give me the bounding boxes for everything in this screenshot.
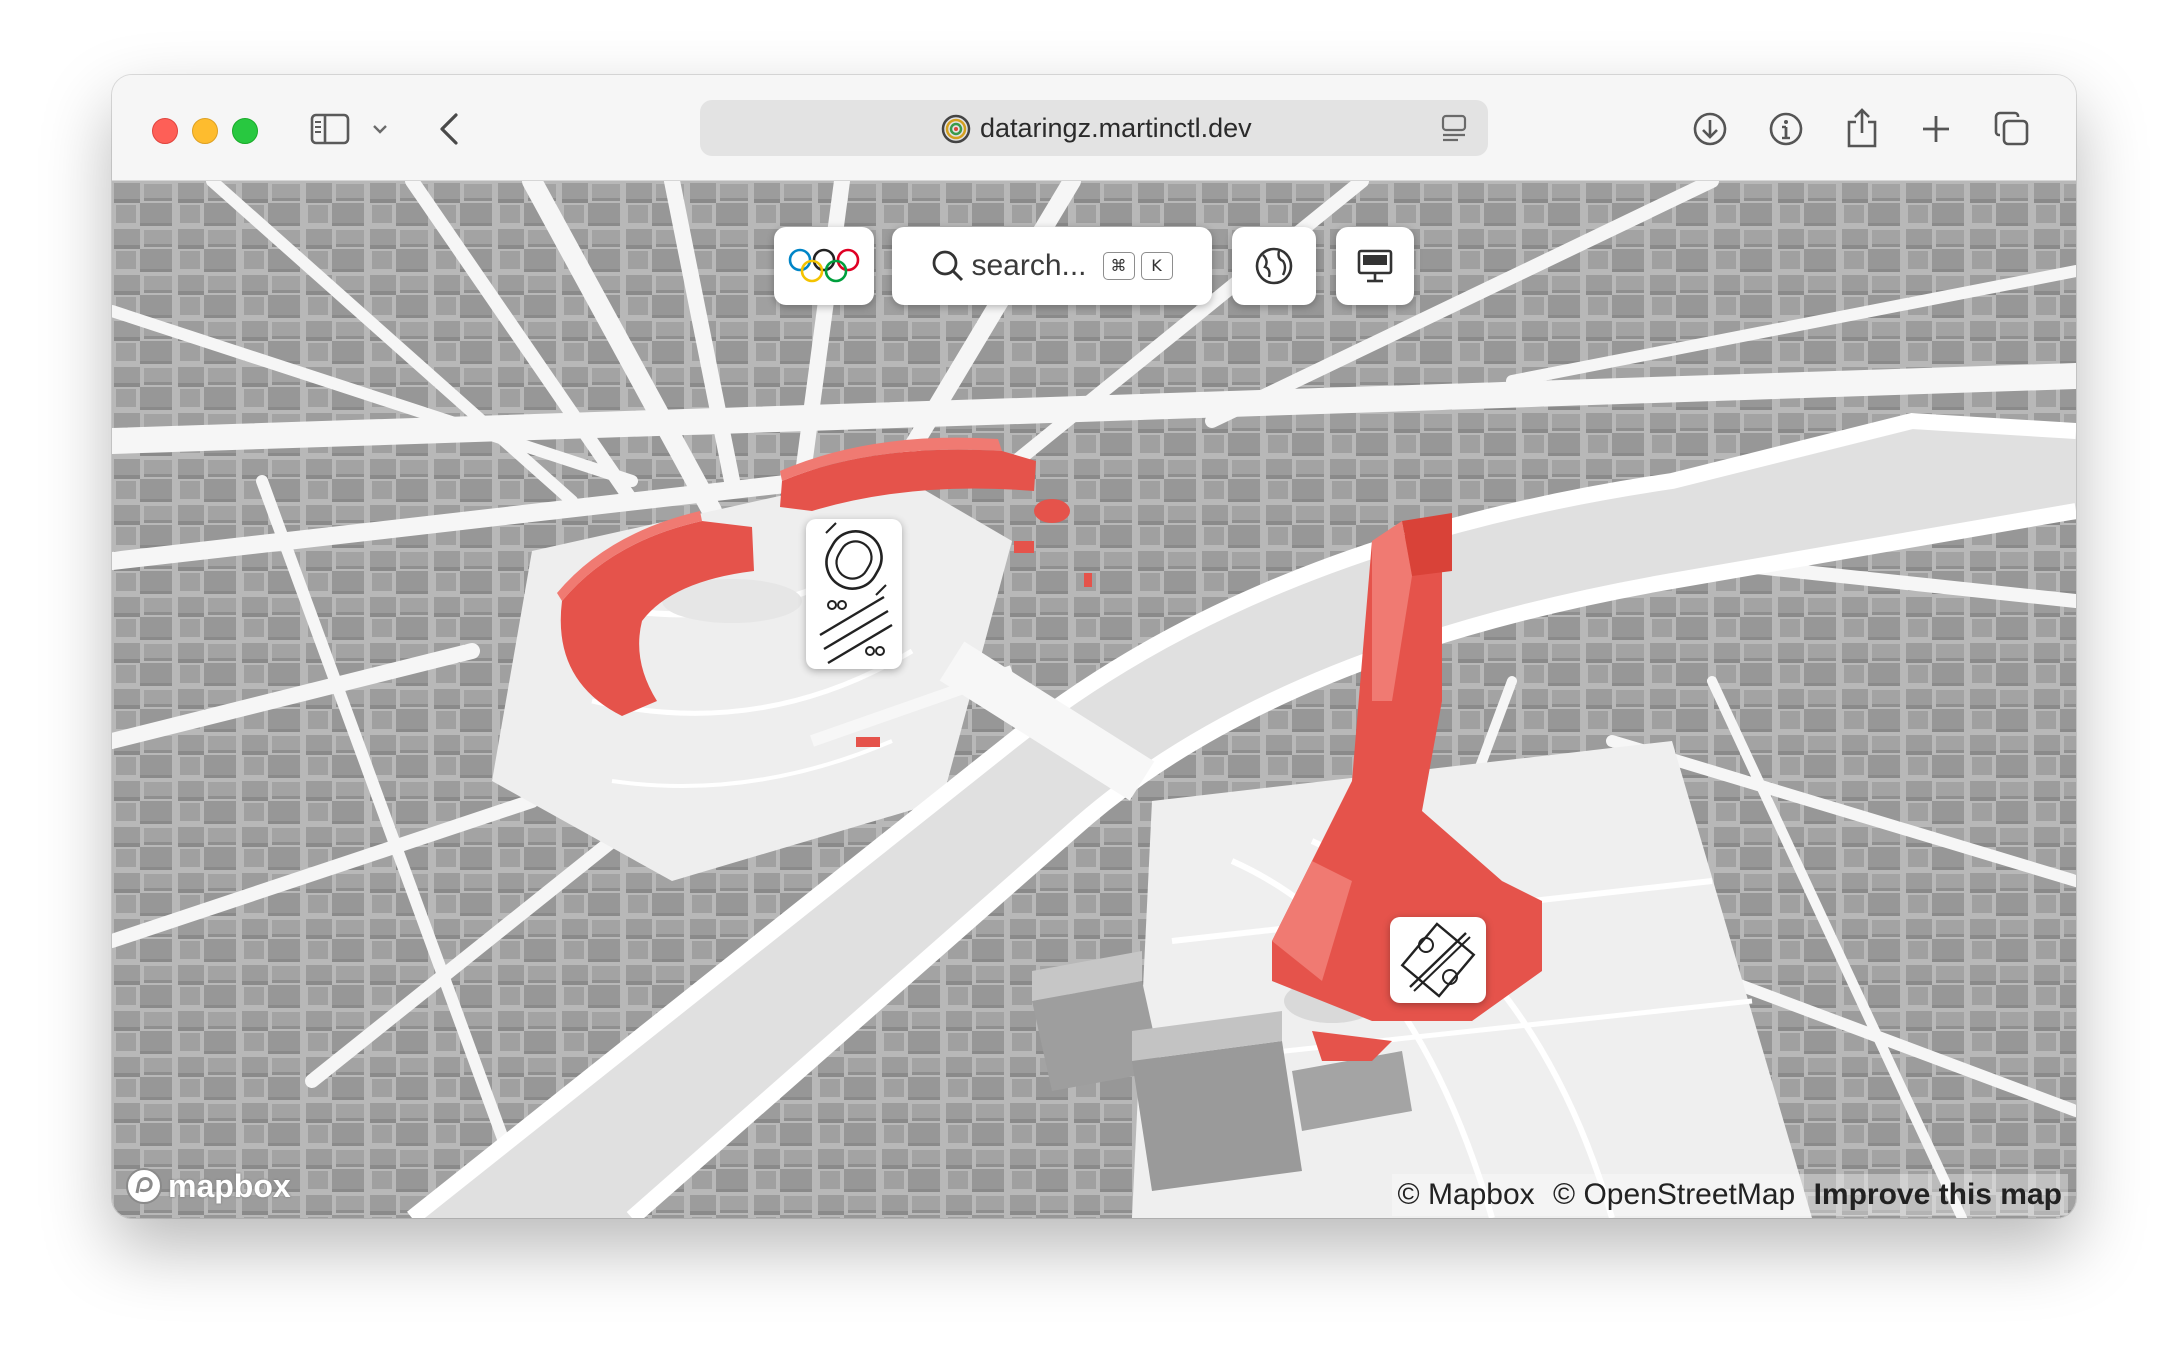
- share-icon[interactable]: [1842, 105, 1882, 151]
- download-icon[interactable]: [1690, 109, 1730, 149]
- info-icon[interactable]: [1766, 109, 1806, 149]
- shortcut-k-key: K: [1140, 252, 1173, 280]
- venue-marker-athletics-cycling[interactable]: [806, 519, 902, 669]
- reader-icon[interactable]: [1440, 114, 1468, 147]
- beach-volleyball-icon: [1400, 922, 1476, 998]
- back-icon[interactable]: [434, 109, 464, 149]
- mapbox-logo[interactable]: mapbox: [124, 1166, 291, 1206]
- olympics-toggle-button[interactable]: [774, 227, 874, 305]
- mapbox-logo-icon: [126, 1168, 162, 1204]
- browser-toolbar: dataringz.martinctl.dev: [112, 75, 2076, 181]
- mapbox-logo-text: mapbox: [168, 1167, 291, 1204]
- olympic-rings-icon: [788, 248, 860, 283]
- venue-marker-beach-volleyball[interactable]: [1390, 917, 1486, 1003]
- zoom-window-button[interactable]: [232, 118, 258, 144]
- globe-icon: [1255, 247, 1293, 285]
- cycling-bmx-icon: [827, 623, 893, 665]
- tabs-icon[interactable]: [1992, 109, 2032, 149]
- athletics-track-icon: [825, 522, 887, 596]
- map-attribution: © Mapbox © OpenStreetMap Improve this ma…: [1391, 1174, 2068, 1216]
- monitor-icon: [1357, 249, 1393, 283]
- cycling-road-icon: [819, 595, 889, 651]
- map-canvas[interactable]: search... ⌘ K mapbox © Mapbox © OpenStre…: [112, 181, 2076, 1218]
- sidebar-icon[interactable]: [308, 111, 352, 147]
- improve-map-link[interactable]: Improve this map: [1814, 1178, 2062, 1211]
- browser-window: dataringz.martinctl.dev search... ⌘ K ma…: [112, 75, 2076, 1218]
- search-placeholder: search...: [971, 249, 1087, 282]
- minimize-window-button[interactable]: [192, 118, 218, 144]
- osm-attribution-link[interactable]: © OpenStreetMap: [1553, 1178, 1795, 1211]
- plus-icon[interactable]: [1916, 109, 1956, 149]
- close-window-button[interactable]: [152, 118, 178, 144]
- chevron-down-icon[interactable]: [370, 119, 390, 139]
- globe-view-button[interactable]: [1232, 227, 1316, 305]
- search-button[interactable]: search... ⌘ K: [892, 227, 1212, 305]
- address-bar[interactable]: dataringz.martinctl.dev: [700, 100, 1488, 156]
- url-text: dataringz.martinctl.dev: [980, 113, 1252, 143]
- site-favicon-icon: [941, 114, 971, 149]
- display-mode-button[interactable]: [1336, 227, 1414, 305]
- search-icon: [933, 250, 964, 282]
- shortcut-cmd-key: ⌘: [1102, 252, 1135, 280]
- map-render: [112, 181, 2076, 1218]
- mapbox-attribution-link[interactable]: © Mapbox: [1398, 1178, 1535, 1211]
